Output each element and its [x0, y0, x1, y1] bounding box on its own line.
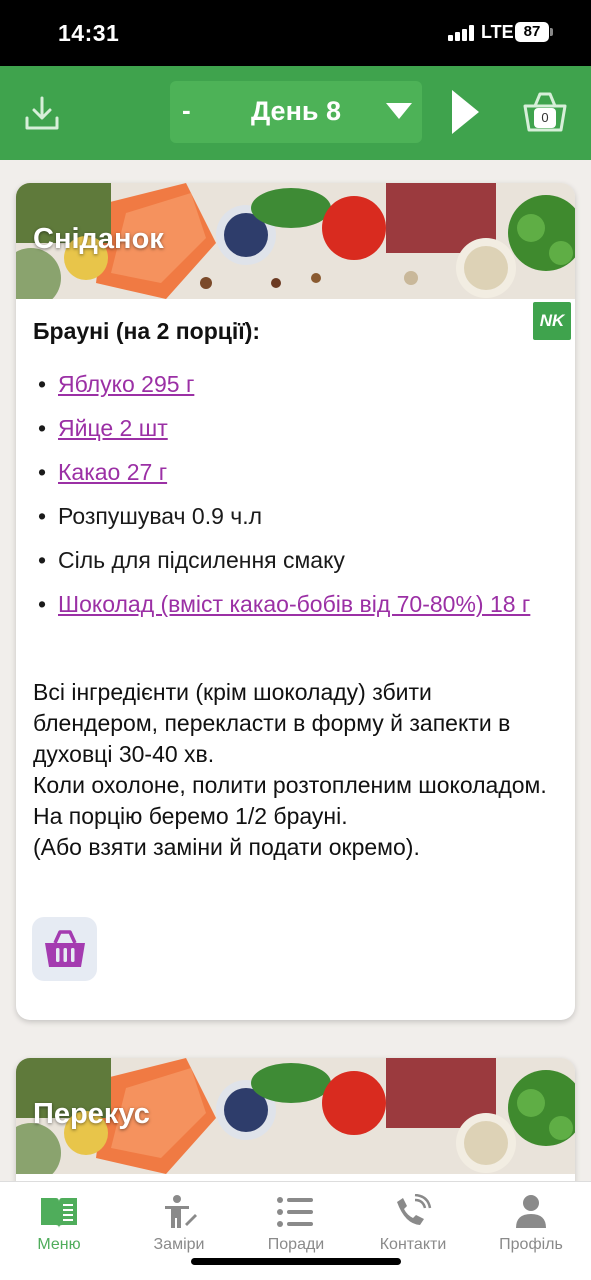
meal-title: Сніданок [33, 223, 164, 255]
top-header: - День 8 [0, 66, 591, 160]
tab-label: Профіль [499, 1236, 563, 1253]
ingredient-link[interactable]: Яблуко 295 г [58, 371, 194, 397]
tab-label: Поради [267, 1236, 325, 1253]
ingredient-link[interactable]: Какао 27 г [58, 459, 167, 485]
book-icon [41, 1198, 77, 1228]
person-icon [516, 1195, 546, 1228]
tab-contacts[interactable]: Контакти [354, 1182, 472, 1280]
home-indicator [191, 1258, 401, 1265]
ingredient-item[interactable]: Яйце 2 шт [38, 413, 548, 443]
tab-tips[interactable]: Поради [237, 1182, 355, 1280]
tab-profile[interactable]: Профіль [472, 1182, 590, 1280]
ingredient-item[interactable]: Шоколад (вміст какао-бобів від 70-80%) 1… [38, 589, 548, 619]
ingredient-item[interactable]: Яблуко 295 г [38, 369, 548, 399]
network-type: LTE [481, 22, 514, 42]
meal-card-breakfast: Сніданок NK Брауні (на 2 порції): Яблуко… [16, 183, 575, 1020]
ingredient-item: Сіль для підсилення смаку [38, 545, 548, 575]
meal-banner-image: Сніданок [16, 183, 575, 299]
recipe-title: Брауні (на 2 порції): [33, 318, 261, 344]
tab-label: Контакти [379, 1236, 447, 1253]
basket-icon [45, 930, 85, 967]
chevron-down-icon[interactable] [386, 103, 412, 119]
battery-icon: 87 [515, 22, 549, 42]
battery-tip [550, 28, 553, 36]
nk-badge[interactable]: NK [533, 302, 571, 340]
list-icon [277, 1197, 313, 1227]
download-icon[interactable] [22, 94, 62, 134]
ingredient-text: Розпушувач 0.9 ч.л [58, 503, 263, 529]
day-selector[interactable]: - День 8 [170, 81, 422, 143]
status-time: 14:31 [58, 20, 120, 46]
status-bar: 14:31 LTE 87 [0, 0, 591, 66]
ingredient-item[interactable]: Какао 27 г [38, 457, 548, 487]
contacts-icon [397, 1194, 432, 1225]
ingredient-item: Розпушувач 0.9 ч.л [38, 501, 548, 531]
recipe-instructions: Всі інгредієнти (крім шоколаду) збити бл… [33, 679, 547, 860]
meal-title: Перекус [33, 1098, 150, 1130]
day-label: День 8 [250, 96, 341, 126]
tab-menu[interactable]: Меню [0, 1182, 118, 1280]
ingredient-text: Сіль для підсилення смаку [58, 547, 345, 573]
measure-person-icon [165, 1195, 197, 1228]
ingredient-link[interactable]: Шоколад (вміст какао-бобів від 70-80%) 1… [58, 591, 530, 617]
ingredient-link[interactable]: Яйце 2 шт [58, 415, 168, 441]
tab-measurements[interactable]: Заміри [120, 1182, 238, 1280]
play-icon[interactable] [452, 90, 479, 134]
meal-banner-image: Перекус [16, 1058, 575, 1174]
signal-icon [448, 25, 474, 41]
tab-bar: Меню Заміри Поради Контакти Профіль [0, 1181, 591, 1280]
cart-count-badge: 0 [534, 108, 556, 128]
tab-label: Заміри [153, 1236, 205, 1253]
add-to-basket-button[interactable] [32, 917, 97, 981]
tab-label: Меню [37, 1236, 81, 1253]
ingredient-list: Яблуко 295 г Яйце 2 шт Какао 27 г Розпуш… [38, 369, 548, 633]
